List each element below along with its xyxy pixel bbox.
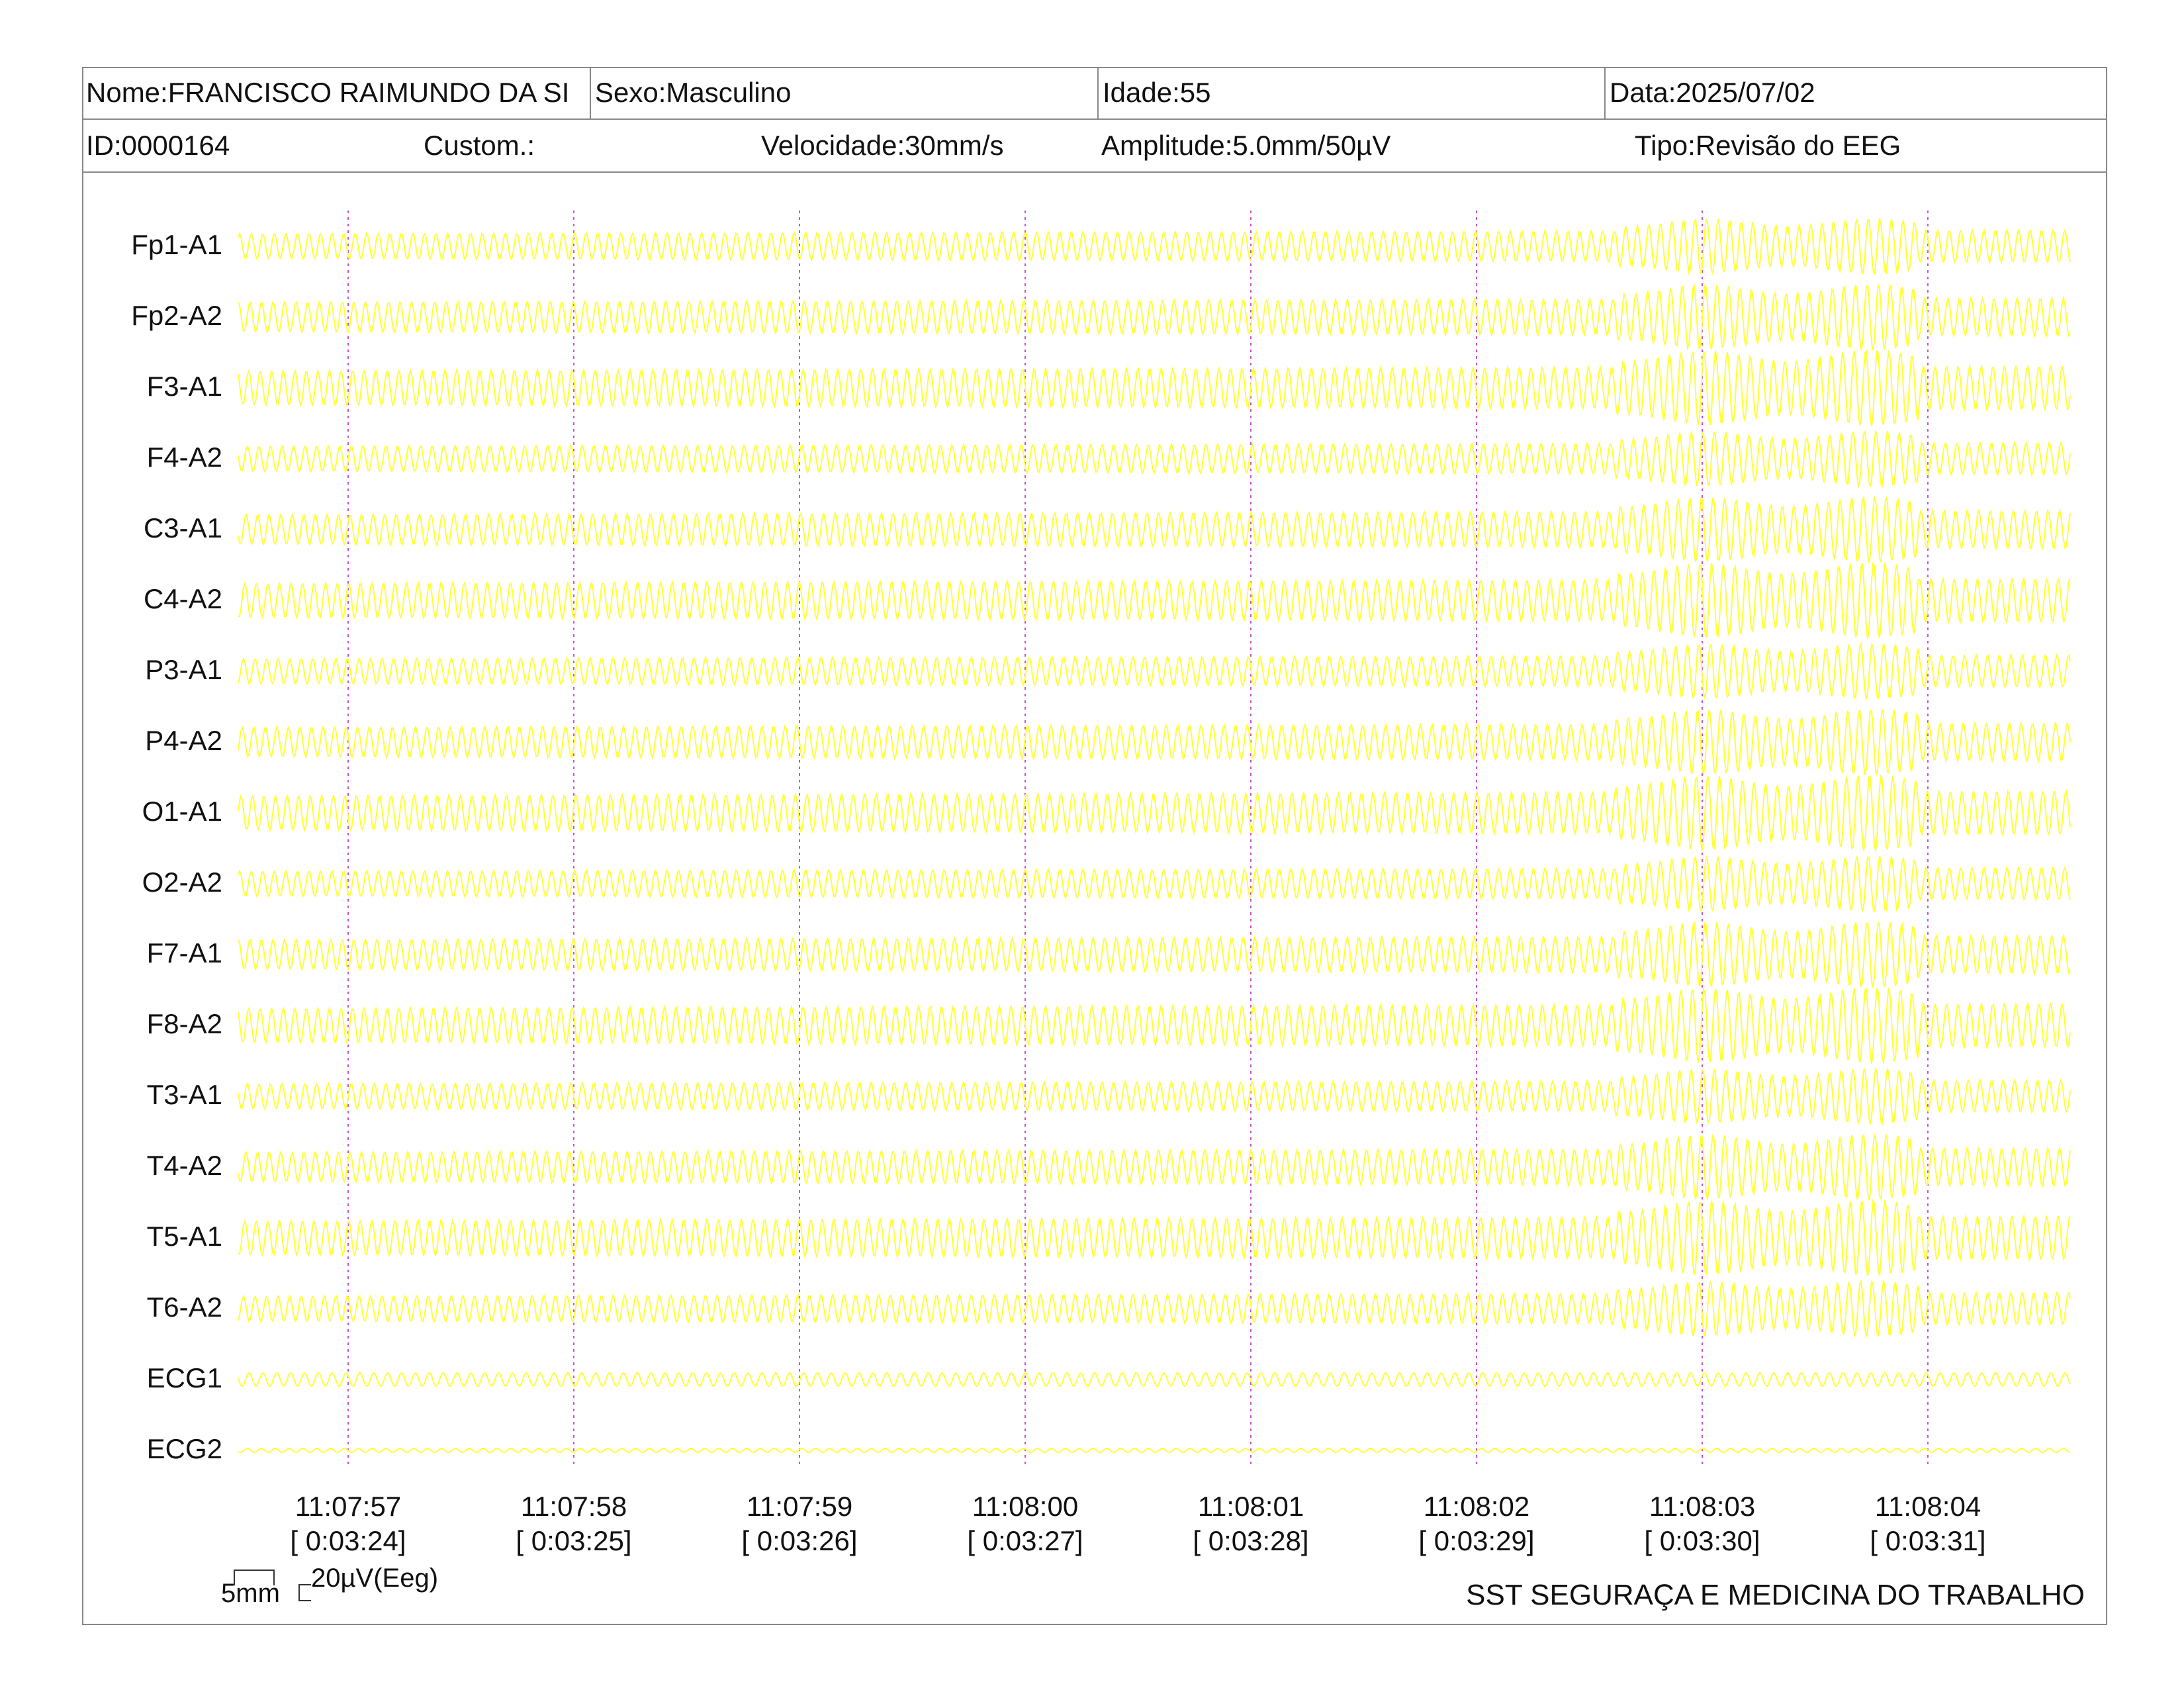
scale-bar-icon bbox=[234, 1570, 311, 1601]
scale-time: 5mm bbox=[221, 1579, 280, 1608]
scale-amplitude: 20µV(Eeg) bbox=[311, 1564, 439, 1593]
footer-company: SST SEGURAÇA E MEDICINA DO TRABALHO bbox=[1466, 1579, 2085, 1611]
